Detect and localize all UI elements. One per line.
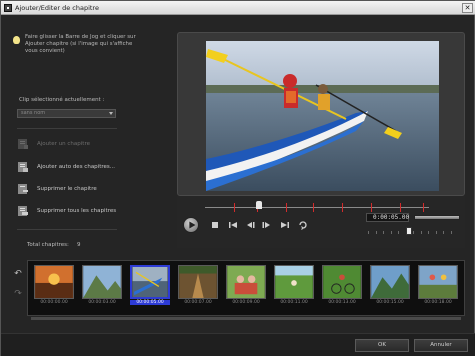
jog-tick — [368, 231, 369, 234]
chapter-timecode: 00:00:18.00 — [424, 300, 452, 305]
chapter-timecode: 00:00:03.00 — [88, 300, 116, 305]
jog-tick — [398, 231, 399, 234]
chapter-thumbnail[interactable] — [34, 265, 74, 299]
jog-bar[interactable] — [368, 228, 458, 236]
undo-icon[interactable]: ↶ — [12, 268, 24, 280]
next-frame-icon[interactable] — [261, 219, 273, 231]
thumbnail-image — [227, 266, 265, 298]
chapter-thumbnail[interactable] — [130, 265, 170, 299]
divider — [17, 128, 117, 129]
jog-tick — [390, 231, 392, 234]
chapter-thumbnail[interactable] — [178, 265, 218, 299]
delete-chapter-icon — [18, 184, 28, 194]
playhead-handle[interactable] — [256, 201, 262, 209]
jog-tick — [413, 231, 414, 234]
thumbnail-image — [323, 266, 361, 298]
chapter-marker[interactable] — [342, 203, 343, 212]
chapter-marker[interactable] — [400, 203, 401, 212]
chevron-down-icon — [109, 112, 113, 115]
redo-icon[interactable]: ↷ — [12, 288, 24, 300]
chapter-timecode: 00:00:11.00 — [280, 300, 308, 305]
clip-select[interactable]: sans nom — [17, 109, 116, 118]
kayak-video-frame — [206, 41, 439, 191]
thumbnail-image — [371, 266, 409, 298]
delete-chapter-button[interactable]: Supprimer le chapitre — [17, 183, 137, 197]
player-controls: 0:00:05.00 — [177, 196, 465, 248]
chapter-marker[interactable] — [371, 203, 372, 212]
chapter-thumbnail[interactable] — [274, 265, 314, 299]
chapter-dialog: Ajouter/Editer de chapitre ✕ Faire gliss… — [0, 0, 475, 356]
lightbulb-icon — [13, 36, 20, 44]
chapter-marker[interactable] — [286, 203, 287, 212]
jog-tick — [383, 231, 384, 234]
chapter-marker[interactable] — [423, 203, 424, 212]
stop-icon[interactable] — [209, 219, 221, 231]
thumbnail-image — [83, 266, 121, 298]
previous-frame-icon[interactable] — [244, 219, 256, 231]
divider — [17, 229, 117, 230]
timecode-display[interactable]: 0:00:05.00 — [366, 213, 409, 222]
delete-chapter-label: Supprimer le chapitre — [37, 186, 97, 192]
preview-panel — [177, 32, 465, 196]
jog-tick — [375, 231, 377, 234]
video-preview — [206, 41, 439, 191]
cancel-button[interactable]: Annuler — [414, 339, 468, 352]
repeat-icon[interactable] — [297, 219, 309, 231]
thumbnail-image — [35, 266, 73, 298]
thumbnail-image — [132, 267, 168, 297]
jog-tick — [443, 231, 444, 234]
chapter-timecode: 00:00:05.00 — [130, 300, 170, 305]
timeline-scrollbar[interactable] — [31, 317, 461, 320]
add-chapter-button[interactable]: Ajouter un chapitre — [17, 138, 137, 152]
chapter-marker[interactable] — [313, 203, 314, 212]
app-icon — [4, 4, 12, 12]
jog-tick — [420, 231, 422, 234]
chapter-thumbnail[interactable] — [82, 265, 122, 299]
jog-handle[interactable] — [406, 227, 412, 235]
total-chapters-value: 9 — [77, 242, 81, 248]
add-chapter-icon — [18, 139, 28, 149]
delete-all-chapters-label: Supprimer tous les chapitres — [37, 208, 117, 214]
chapter-timecode: 00:00:07.00 — [184, 300, 212, 305]
chapter-thumbnail[interactable] — [418, 265, 458, 299]
play-button[interactable] — [183, 217, 199, 233]
chapter-thumbnail[interactable] — [370, 265, 410, 299]
clip-select-value: sans nom — [21, 110, 46, 116]
auto-chapters-icon — [18, 162, 28, 172]
ok-button[interactable]: OK — [355, 339, 409, 352]
chapter-thumbnail[interactable] — [226, 265, 266, 299]
chapter-marker[interactable] — [234, 203, 235, 212]
delete-all-chapters-button[interactable]: Supprimer tous les chapitres — [17, 205, 137, 219]
thumbnail-image — [275, 266, 313, 298]
window-title: Ajouter/Editer de chapitre — [15, 4, 99, 12]
dialog-footer: OK Annuler — [1, 333, 475, 356]
play-icon — [189, 221, 196, 229]
delete-all-chapters-icon — [18, 206, 28, 216]
clip-label: Clip sélectionné actuellement : — [19, 97, 105, 103]
auto-add-chapters-button[interactable]: Ajouter auto des chapitres... — [17, 161, 137, 175]
chapter-thumbnails-strip: 00:00:00.00 00:00:03.00 00:00:05.00 00:00:0… — [27, 260, 465, 316]
thumbnail-image — [179, 266, 217, 298]
chapter-timecode: 00:00:00.00 — [40, 300, 68, 305]
thumbnail-image — [419, 266, 457, 298]
seek-track[interactable] — [205, 207, 429, 208]
jog-tick — [450, 231, 452, 234]
title-bar: Ajouter/Editer de chapitre ✕ — [1, 1, 475, 15]
volume-slider[interactable] — [414, 215, 460, 220]
tip-text: Faire glisser la Barre de Jog et cliquer… — [25, 34, 136, 54]
total-chapters-label: Total chapitres: — [27, 242, 69, 248]
jog-tick — [435, 231, 437, 234]
chapter-timecode: 00:00:09.00 — [232, 300, 260, 305]
skip-start-icon[interactable] — [227, 219, 239, 231]
close-button[interactable]: ✕ — [462, 3, 473, 13]
chapter-timecode: 00:00:13.00 — [328, 300, 356, 305]
chapter-timecode: 00:00:15.00 — [376, 300, 404, 305]
auto-add-chapters-label: Ajouter auto des chapitres... — [37, 164, 115, 170]
jog-tick — [428, 231, 429, 234]
chapter-thumbnail[interactable] — [322, 265, 362, 299]
skip-end-icon[interactable] — [279, 219, 291, 231]
add-chapter-label: Ajouter un chapitre — [37, 141, 90, 147]
